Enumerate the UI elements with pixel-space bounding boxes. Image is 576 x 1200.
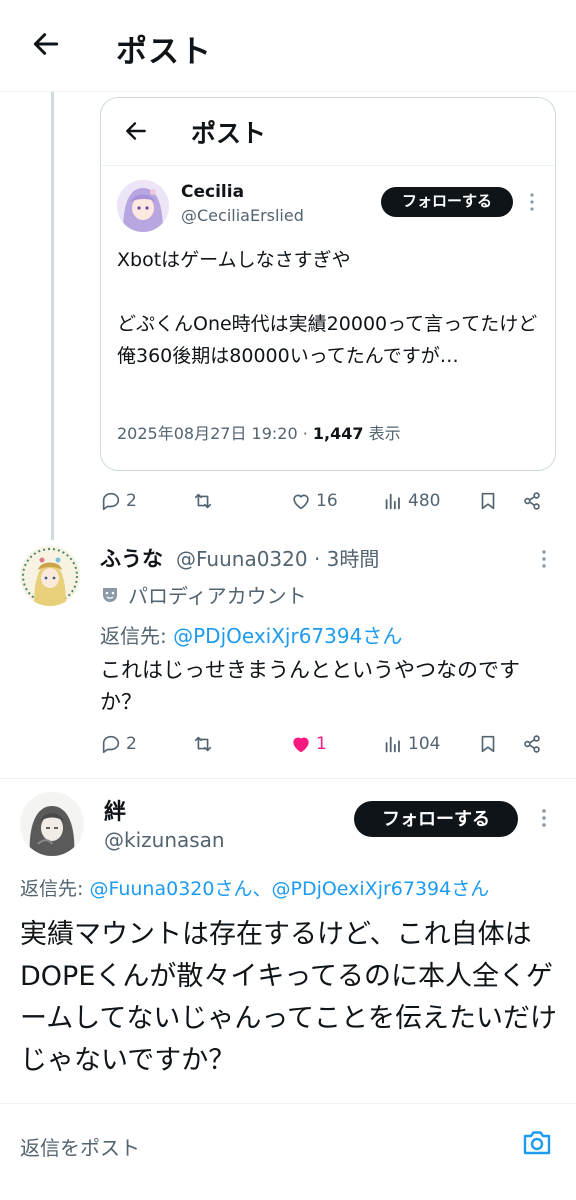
reply-count: 2 bbox=[126, 734, 137, 754]
avatar[interactable] bbox=[20, 546, 80, 606]
post-action-bar: 2 1 104 bbox=[100, 729, 556, 759]
follow-button[interactable]: フォローする bbox=[381, 187, 513, 217]
views-action[interactable]: 480 bbox=[382, 486, 440, 516]
views-icon bbox=[382, 733, 404, 755]
quoted-author-name[interactable]: Cecilia bbox=[181, 182, 244, 202]
reply-to-separator: 、 bbox=[252, 878, 272, 900]
quoted-post-text: Xbotはゲームしなさすぎや どぷくんOne時代は実績20000って言ってたけど… bbox=[117, 249, 538, 367]
quoted-author-handle[interactable]: @CeciliaErslied bbox=[181, 206, 304, 225]
like-action[interactable]: 1 bbox=[290, 729, 327, 759]
focused-post-text: 実績マウントは存在するけど、これ自体はDOPEくんが散々イキってるのに本人全くゲ… bbox=[20, 919, 558, 1076]
page-title: ポスト bbox=[116, 34, 212, 70]
view-count: 104 bbox=[408, 734, 441, 754]
share-icon bbox=[521, 490, 543, 512]
bookmark-icon bbox=[477, 490, 499, 512]
thread-connector-line bbox=[51, 92, 54, 540]
repost-icon bbox=[192, 733, 214, 755]
views-icon bbox=[382, 490, 404, 512]
reply-action[interactable]: 2 bbox=[100, 729, 137, 759]
parody-label-text: パロディアカウント bbox=[128, 584, 307, 608]
reply-to-line: 返信先: @PDjOexiXjr67394さん bbox=[100, 620, 402, 649]
quoted-post-date: 2025年08月27日 19:20 · bbox=[117, 424, 313, 443]
quoted-card-header: ポスト bbox=[101, 98, 555, 166]
like-action[interactable]: 16 bbox=[290, 486, 338, 516]
reply-to-line: 返信先: @Fuuna0320さん、@PDjOexiXjr67394さん bbox=[20, 874, 489, 901]
repost-icon bbox=[192, 490, 214, 512]
quoted-card-title: ポスト bbox=[191, 119, 267, 148]
like-icon bbox=[290, 490, 312, 512]
quoted-post-views-label: 表示 bbox=[363, 424, 401, 443]
reply-composer: 返信をポスト bbox=[0, 1103, 576, 1200]
reply-text: これはじっせきまうんとというやつなのですか？ bbox=[100, 658, 520, 714]
reply-to-prefix: 返信先: bbox=[20, 878, 90, 900]
focused-author-name[interactable]: 絆 bbox=[104, 794, 126, 826]
app-header: ポスト bbox=[0, 0, 576, 92]
post-action-bar: 2 16 480 bbox=[100, 486, 556, 516]
reply-count: 2 bbox=[126, 491, 137, 511]
avatar bbox=[117, 180, 169, 232]
parody-mask-icon bbox=[100, 585, 120, 605]
reply-to-mention[interactable]: @Fuuna0320さん bbox=[89, 878, 252, 900]
share-action[interactable] bbox=[521, 729, 543, 759]
like-count: 1 bbox=[316, 734, 327, 754]
quoted-post-meta: 2025年08月27日 19:20 · 1,447 表示 bbox=[117, 420, 401, 444]
parody-label: パロディアカウント bbox=[100, 580, 307, 609]
like-count: 16 bbox=[316, 491, 338, 511]
repost-action[interactable] bbox=[192, 486, 214, 516]
bookmark-action[interactable] bbox=[477, 729, 499, 759]
reply-to-mention[interactable]: @PDjOexiXjr67394さん bbox=[271, 878, 489, 900]
view-count: 480 bbox=[408, 491, 441, 511]
back-arrow-icon bbox=[123, 118, 149, 144]
share-action[interactable] bbox=[521, 486, 543, 516]
kebab-icon[interactable] bbox=[538, 806, 550, 830]
reply-action[interactable]: 2 bbox=[100, 486, 137, 516]
like-icon bbox=[290, 733, 312, 755]
kebab-icon[interactable] bbox=[525, 190, 539, 214]
repost-action[interactable] bbox=[192, 729, 214, 759]
follow-button[interactable]: フォローする bbox=[354, 801, 518, 837]
reply-to-prefix: 返信先: bbox=[100, 624, 174, 648]
back-arrow-icon[interactable] bbox=[30, 28, 62, 60]
quoted-post-views: 1,447 bbox=[312, 424, 364, 443]
share-icon bbox=[521, 733, 543, 755]
reply-icon bbox=[100, 733, 122, 755]
kebab-icon[interactable] bbox=[538, 548, 550, 570]
reply-input[interactable]: 返信をポスト bbox=[20, 1132, 140, 1161]
camera-icon[interactable] bbox=[520, 1126, 554, 1160]
divider bbox=[0, 778, 576, 779]
reply-author-name[interactable]: ふうな bbox=[100, 543, 163, 573]
bookmark-icon bbox=[477, 733, 499, 755]
reply-icon bbox=[100, 490, 122, 512]
views-action[interactable]: 104 bbox=[382, 729, 440, 759]
focused-author-handle[interactable]: @kizunasan bbox=[104, 828, 225, 852]
reply-author-handle-time[interactable]: @Fuuna0320 · 3時間 bbox=[176, 543, 379, 572]
bookmark-action[interactable] bbox=[477, 486, 499, 516]
quoted-post-card[interactable]: ポスト Cecilia @CeciliaErslied フォローする Xbotは… bbox=[100, 97, 556, 471]
reply-to-mention[interactable]: @PDjOexiXjr67394さん bbox=[173, 624, 402, 648]
avatar[interactable] bbox=[20, 792, 84, 856]
